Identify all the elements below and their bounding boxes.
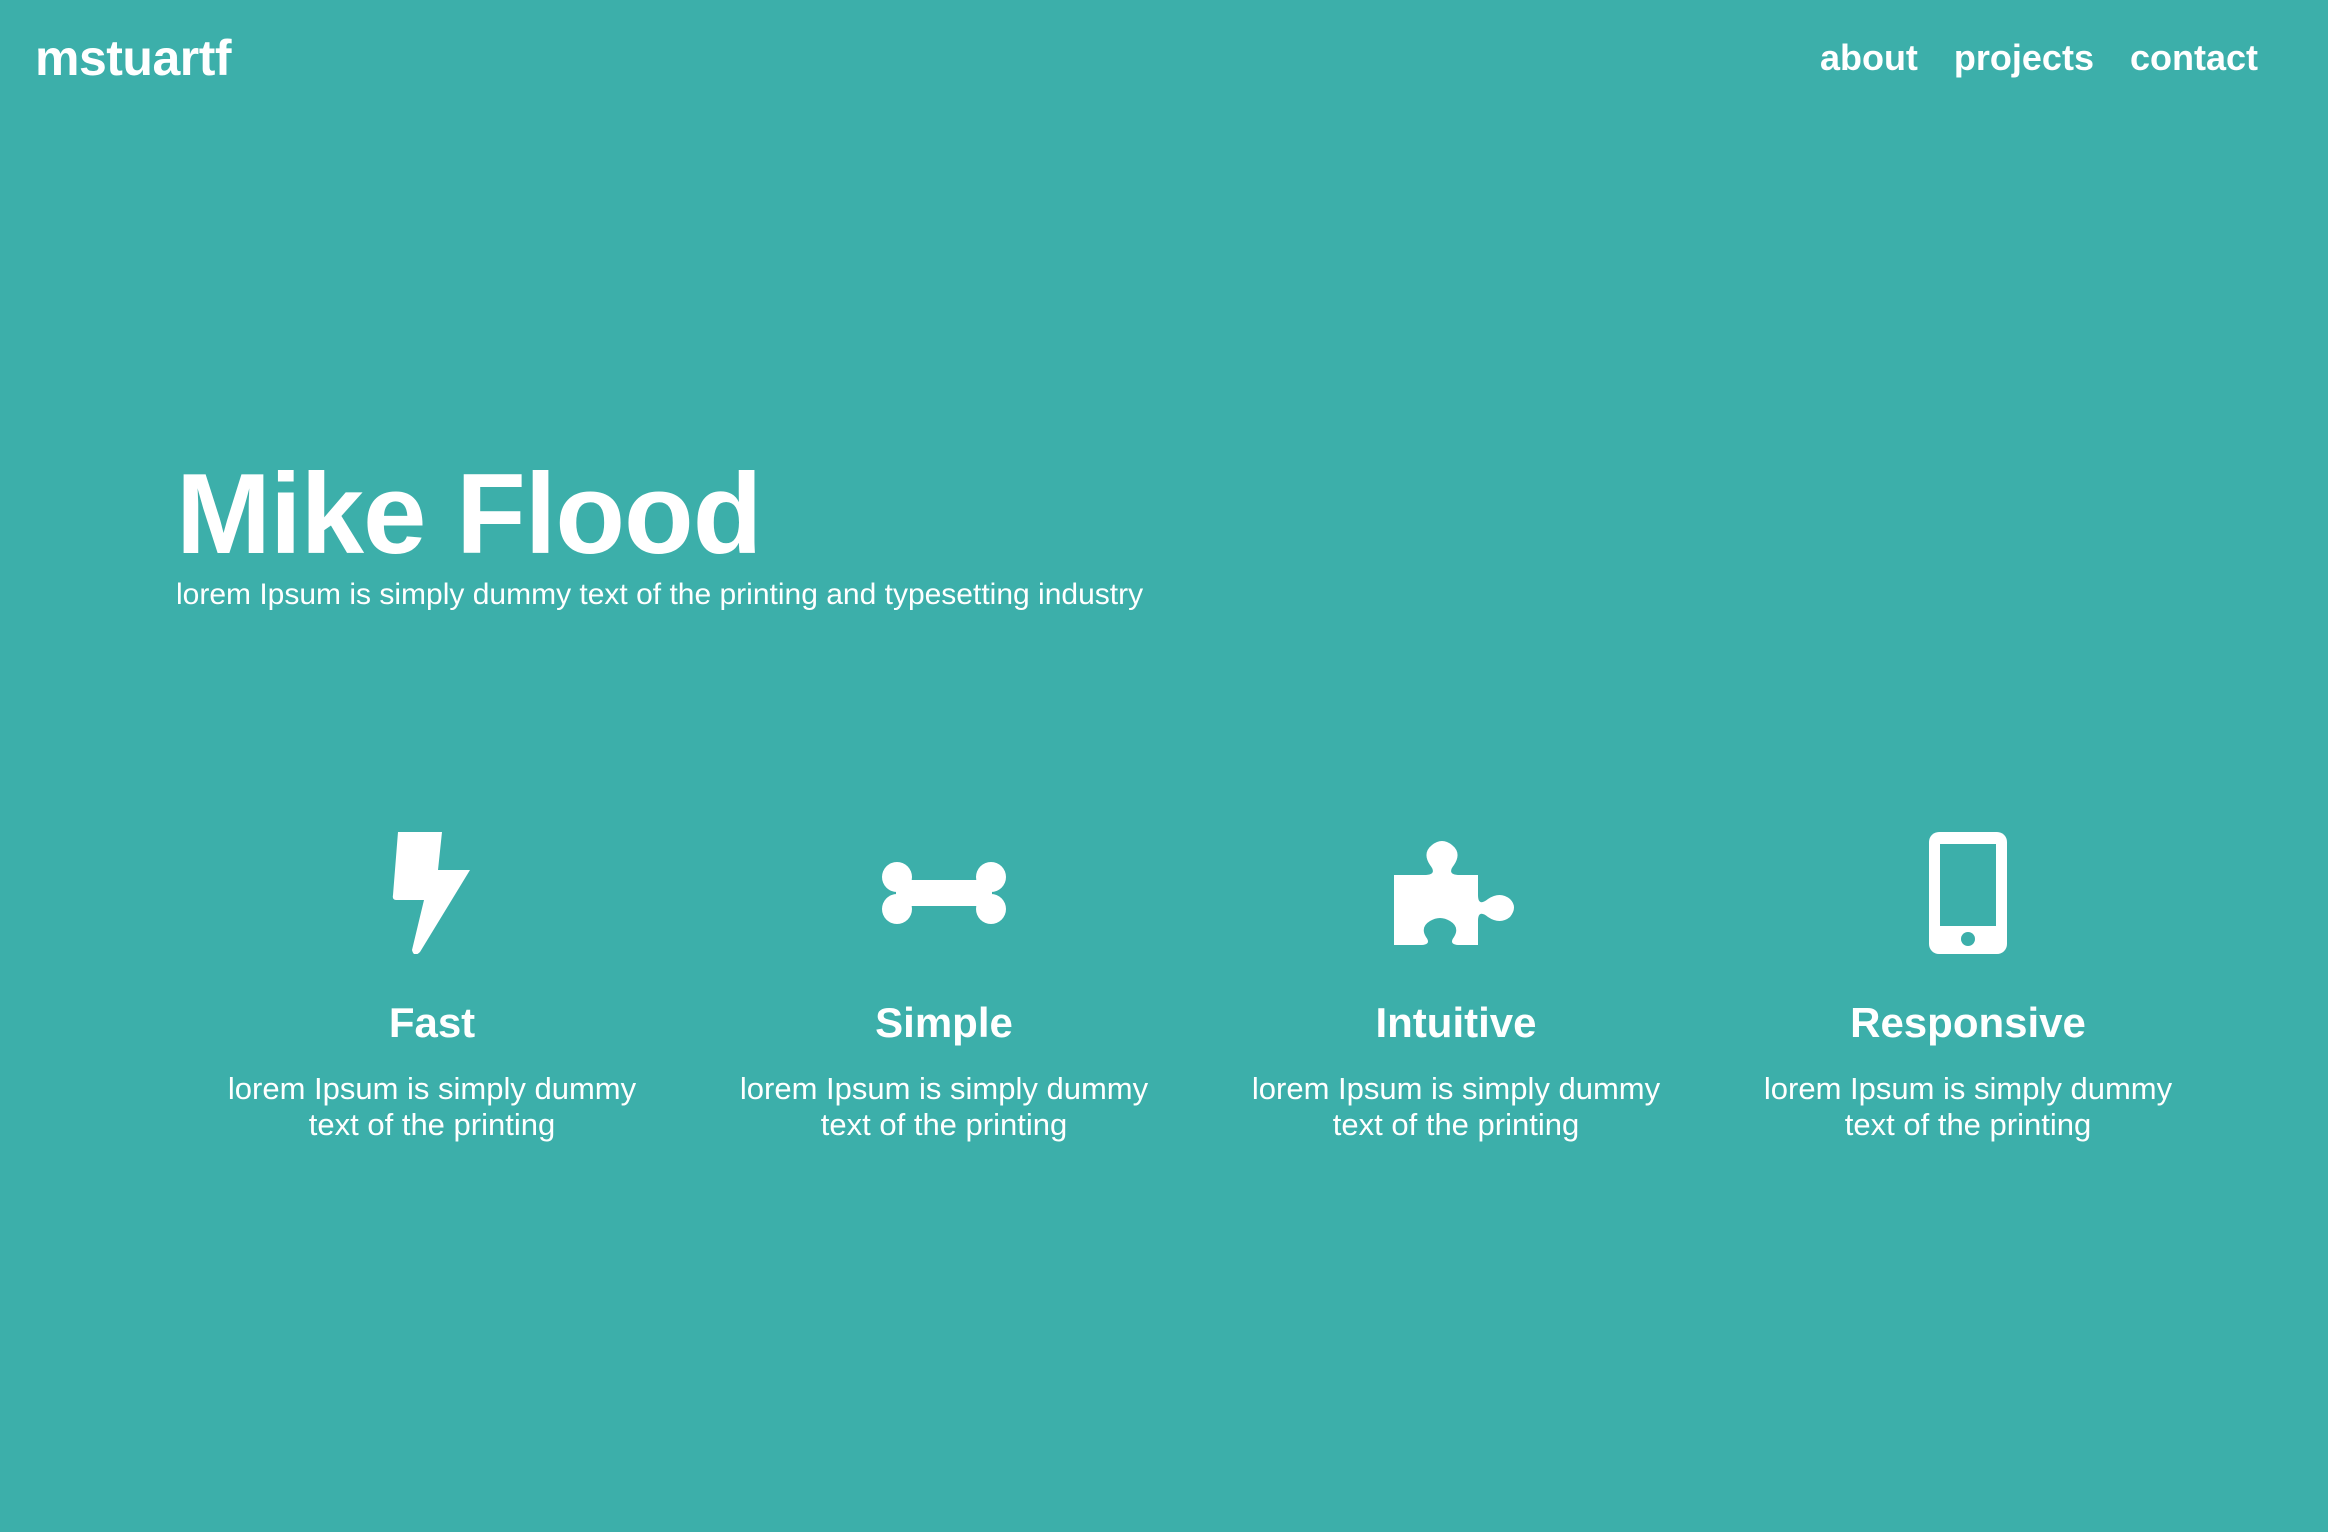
feature-text: lorem Ipsum is simply dummy text of the … [227,1071,637,1142]
feature-text: lorem Ipsum is simply dummy text of the … [1251,1071,1661,1142]
feature-title: Intuitive [1375,999,1537,1046]
feature-title: Fast [388,999,476,1046]
puzzle-piece-icon [1391,830,1521,955]
hero-section: Mike Flood lorem Ipsum is simply dummy t… [176,455,1143,615]
feature-simple: Simple lorem Ipsum is simply dummy text … [688,830,1200,1143]
feature-text: lorem Ipsum is simply dummy text of the … [1763,1071,2173,1142]
lightning-bolt-icon [367,830,497,955]
nav-link-about[interactable]: about [1820,32,1918,84]
feature-intuitive: Intuitive lorem Ipsum is simply dummy te… [1200,830,1712,1143]
feature-title: Simple [875,999,1013,1046]
mobile-phone-icon [1903,830,2033,955]
feature-fast: Fast lorem Ipsum is simply dummy text of… [176,830,688,1143]
hero-subtitle: lorem Ipsum is simply dummy text of the … [176,578,1144,611]
feature-responsive: Responsive lorem Ipsum is simply dummy t… [1712,830,2224,1143]
nav-link-contact[interactable]: contact [2130,32,2258,84]
feature-title: Responsive [1850,999,2086,1046]
hero-title: Mike Flood [176,451,762,578]
main-nav: about projects contact [1820,32,2258,84]
site-logo[interactable]: mstuartf [35,28,232,88]
nav-link-projects[interactable]: projects [1954,32,2094,84]
bone-icon [879,830,1009,955]
feature-text: lorem Ipsum is simply dummy text of the … [739,1071,1149,1142]
features-section: Fast lorem Ipsum is simply dummy text of… [176,830,2224,1143]
